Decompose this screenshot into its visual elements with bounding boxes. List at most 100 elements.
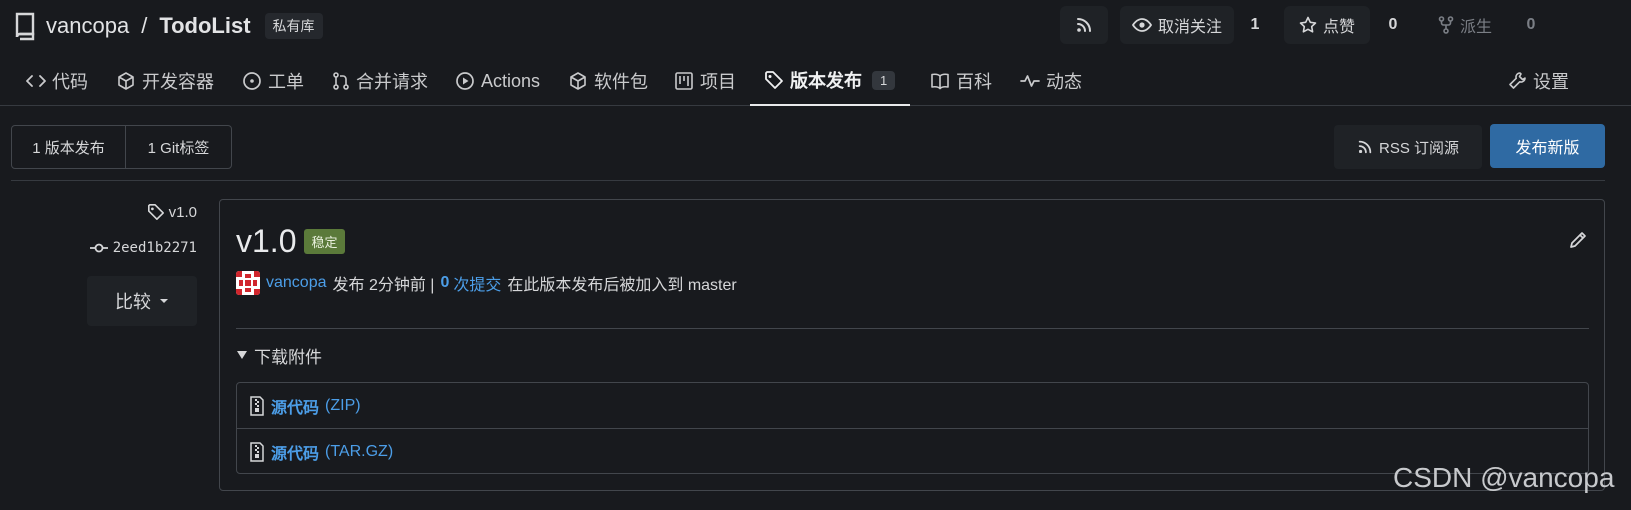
rss-icon — [1357, 139, 1373, 155]
watermark: CSDN @vancopa — [1393, 462, 1615, 493]
compare-dropdown[interactable]: 比较 — [87, 276, 197, 326]
asset-format: (ZIP) — [325, 396, 361, 414]
commit-sha: 2eed1b2271 — [112, 240, 197, 256]
tab-label: 合并请求 — [356, 72, 428, 92]
avatar[interactable] — [236, 271, 260, 295]
star-count[interactable]: 0 — [1378, 6, 1408, 44]
package-icon — [568, 71, 588, 91]
release-card: v1.0 稳定 vancopa 发布 2分钟前 | 0 次提交 在此版本发布后被… — [219, 199, 1605, 491]
fork-label: 派生 — [1459, 19, 1492, 36]
repo-tabs: 代码 开发容器 工单 合并请求 Actions 软件包 项目 版本发布 1 百科… — [0, 56, 1631, 106]
triangle-down-icon — [236, 350, 248, 360]
asset-name: 源代码 — [271, 399, 320, 417]
compare-label: 比较 — [115, 292, 151, 312]
tab-wiki[interactable]: 百科 — [930, 56, 992, 106]
star-icon — [1299, 16, 1317, 34]
rss-subscribe-label: RSS 订阅源 — [1378, 139, 1459, 157]
unwatch-button[interactable]: 取消关注 — [1120, 6, 1234, 44]
rss-subscribe-button[interactable]: RSS 订阅源 — [1334, 125, 1482, 169]
tab-label: 工单 — [268, 72, 304, 92]
tab-dev-container[interactable]: 开发容器 — [116, 56, 214, 106]
release-commit-link[interactable]: 2eed1b2271 — [80, 236, 197, 260]
star-button[interactable]: 点赞 — [1284, 6, 1370, 44]
asset-zip-link[interactable]: 源代码 (ZIP) — [237, 383, 1588, 429]
tab-projects[interactable]: 项目 — [674, 56, 736, 106]
fork-button[interactable]: 派生 — [1422, 6, 1508, 44]
release-tag-label: v1.0 — [168, 203, 197, 221]
fork-count: 0 — [1526, 16, 1536, 33]
tab-actions[interactable]: Actions — [455, 56, 540, 106]
issue-icon — [242, 71, 262, 91]
release-tag-switch: 1 版本发布 1 Git标签 — [11, 125, 232, 169]
published-text: 发布 2分钟前 | — [332, 277, 435, 294]
tab-activity[interactable]: 动态 — [1020, 56, 1082, 106]
eye-icon — [1131, 17, 1152, 33]
tags-count-button[interactable]: 1 Git标签 — [126, 126, 231, 168]
private-badge: 私有库 — [264, 13, 323, 39]
commits-link[interactable]: 次提交 — [453, 271, 501, 295]
repo-title: vancopa / TodoList 私有库 — [12, 8, 323, 44]
tab-label: 设置 — [1533, 72, 1569, 92]
releases-count-button[interactable]: 1 版本发布 — [12, 126, 126, 168]
rss-icon — [1075, 16, 1093, 34]
unwatch-label: 取消关注 — [1157, 19, 1222, 36]
divider — [236, 328, 1589, 329]
file-zip-icon — [249, 395, 265, 416]
commits-suffix: 在此版本发布后被加入到 master — [507, 277, 737, 294]
star-label: 点赞 — [1322, 19, 1355, 36]
repo-name-link[interactable]: TodoList — [159, 13, 250, 39]
tab-label: 代码 — [52, 72, 88, 92]
tag-icon — [764, 70, 784, 90]
asset-list: 源代码 (ZIP) 源代码 (TAR.GZ) — [236, 382, 1589, 474]
tab-pull-requests[interactable]: 合并请求 — [332, 56, 428, 106]
asset-format: (TAR.GZ) — [325, 443, 394, 460]
asset-name: 源代码 — [271, 446, 320, 463]
downloads-heading: 下载附件 — [254, 347, 322, 367]
tab-label: 动态 — [1046, 72, 1082, 92]
repo-owner-link[interactable]: vancopa — [46, 13, 129, 39]
pull-request-icon — [332, 71, 350, 91]
code-icon — [26, 73, 46, 89]
tab-issues[interactable]: 工单 — [242, 56, 304, 106]
repo-separator: / — [141, 13, 148, 38]
tab-packages[interactable]: 软件包 — [568, 56, 648, 106]
edit-release-button[interactable] — [1568, 230, 1588, 250]
book-icon — [930, 72, 950, 90]
release-tag-link[interactable]: v1.0 — [140, 200, 197, 224]
pulse-icon — [1020, 73, 1040, 89]
divider — [11, 180, 1605, 181]
box-icon — [116, 71, 136, 91]
tab-code[interactable]: 代码 — [26, 56, 88, 106]
rss-feed-button[interactable] — [1060, 6, 1108, 44]
tab-label: 开发容器 — [142, 72, 214, 92]
release-byline: vancopa 发布 2分钟前 | 0 次提交 在此版本发布后被加入到 mast… — [236, 270, 737, 296]
new-release-button[interactable]: 发布新版 — [1490, 124, 1605, 168]
stable-badge: 稳定 — [304, 228, 345, 254]
asset-targz-link[interactable]: 源代码 (TAR.GZ) — [237, 429, 1588, 475]
file-zip-icon — [249, 442, 265, 462]
tools-icon — [1507, 71, 1527, 91]
tab-label: 版本发布 — [790, 71, 862, 91]
release-title-row: v1.0 稳定 — [236, 220, 345, 262]
tab-releases[interactable]: 版本发布 1 — [750, 56, 910, 106]
watch-count[interactable]: 1 — [1240, 6, 1270, 44]
tab-label: 项目 — [700, 72, 736, 92]
release-title[interactable]: v1.0 — [236, 223, 296, 260]
downloads-toggle[interactable]: 下载附件 — [236, 342, 322, 368]
tab-settings[interactable]: 设置 — [1507, 56, 1569, 106]
tab-label: Actions — [481, 70, 541, 91]
repo-header: vancopa / TodoList 私有库 取消关注 1 点赞 0 派生 0 … — [0, 0, 1631, 106]
commit-icon — [89, 242, 109, 254]
play-icon — [455, 71, 475, 91]
commits-count-link[interactable]: 0 — [440, 274, 449, 292]
chevron-down-icon — [159, 298, 169, 304]
release-count-badge: 1 — [872, 70, 896, 90]
repo-icon — [12, 11, 38, 41]
author-link[interactable]: vancopa — [266, 274, 327, 292]
pencil-icon — [1568, 230, 1588, 250]
tab-label: 百科 — [956, 72, 992, 92]
tag-icon — [147, 203, 165, 221]
project-icon — [674, 71, 694, 91]
tab-label: 软件包 — [594, 72, 648, 92]
fork-icon — [1438, 16, 1454, 34]
